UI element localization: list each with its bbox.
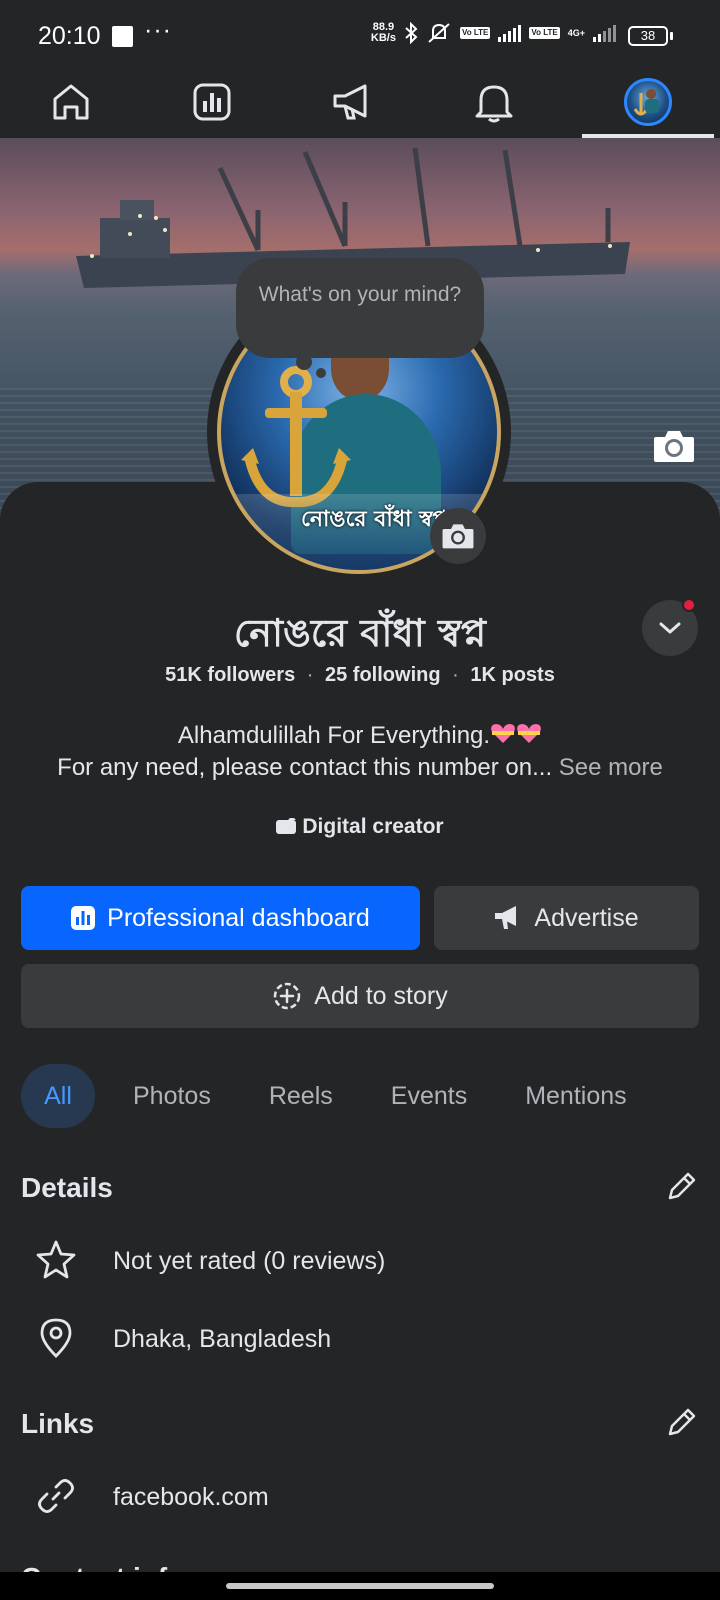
battery-tip [670,32,673,40]
mute-icon [428,23,450,43]
cover-camera-button[interactable] [652,428,696,464]
battery-level: 38 [628,26,668,46]
home-icon [53,84,89,120]
dashboard-icon [193,83,231,121]
professional-dashboard-button[interactable]: Professional dashboard [21,886,420,950]
bio-line-1: Alhamdulillah For Everything. [0,722,720,750]
sim1-signal-icon [498,24,522,42]
megaphone-icon [495,906,517,929]
status-bar: 20:10 ··· 88.9 KB/s Vo LTE Vo LTE 4G+ 38 [0,0,720,66]
bluetooth-icon [405,22,418,44]
bubble-tail-small [316,368,326,378]
home-indicator[interactable] [226,1583,494,1589]
network-type: 4G+ [567,27,585,38]
sim2-volte-badge: Vo LTE [529,27,560,39]
professional-dashboard-label: Professional dashboard [107,903,370,932]
pencil-icon [668,1408,696,1436]
profile-category: Digital creator [0,815,720,839]
advertise-button[interactable]: Advertise [434,886,699,950]
star-icon [36,1240,76,1279]
detail-location: Dhaka, Bangladesh [0,1306,720,1370]
profile-avatar-small [624,78,672,126]
whats-on-your-mind-bubble[interactable]: What's on your mind? [236,258,484,358]
add-circle-icon [274,982,301,1010]
rating-text: Not yet rated (0 reviews) [113,1247,386,1275]
status-icons: 88.9 KB/s Vo LTE Vo LTE 4G+ [371,22,616,44]
see-more-link[interactable]: See more [559,754,663,781]
camera-icon [442,524,474,549]
heart-ribbon-emoji [517,724,541,743]
pencil-icon [668,1172,696,1200]
bio-text-1: Alhamdulillah For Everything. [177,722,491,749]
notification-dot [682,598,696,612]
camera-icon [654,431,694,462]
links-title: Links [21,1408,95,1439]
bell-icon [475,85,513,123]
megaphone-icon [333,84,367,120]
location-pin-icon [40,1318,72,1358]
network-speed: 88.9 KB/s [371,22,396,44]
add-to-story-button[interactable]: Add to story [21,964,699,1028]
avatar-caption: নোঙরে বাঁধা স্বপ্ন [301,507,448,532]
battery-icon: 38 [628,26,673,46]
edit-details-button[interactable] [664,1170,698,1204]
followers-count[interactable]: 51K followers [165,664,295,686]
heart-ribbon-emoji [491,724,515,743]
stat-separator: · [306,664,314,686]
advertise-label: Advertise [534,903,639,932]
category-tag-icon [276,818,297,834]
profile-name: নোঙরে বাঁধা স্বপ্ন [233,611,487,655]
profile-tabs: All Photos Reels Events Mentions [21,1064,665,1128]
tab-photos[interactable]: Photos [113,1064,231,1128]
tab-reels[interactable]: Reels [249,1064,353,1128]
details-title: Details [21,1172,113,1203]
add-to-story-label: Add to story [314,981,448,1010]
stat-separator: · [452,664,459,686]
dashboard-icon [71,906,96,930]
status-time: 20:10 [38,22,101,50]
sim2-signal-icon [593,24,616,42]
nav-home[interactable] [21,66,121,138]
sim1-volte-badge: Vo LTE [459,27,491,39]
network-speed-unit: KB/s [370,32,396,44]
link-row[interactable]: facebook.com [0,1464,720,1528]
link-icon [38,1479,74,1513]
nav-notifications[interactable] [444,66,544,138]
bubble-tail-large [296,354,312,370]
anchor-icon [241,366,351,508]
tab-mentions[interactable]: Mentions [505,1064,646,1128]
tab-events[interactable]: Events [371,1064,487,1128]
screen-record-icon [112,26,133,47]
avatar-anchor-icon [633,89,659,116]
nav-dashboard[interactable] [162,66,262,138]
edit-links-button[interactable] [664,1406,698,1440]
nav-profile[interactable] [598,66,698,138]
top-navigation [0,66,720,138]
more-notifications-indicator: ··· [144,16,172,44]
bio-line-2: For any need, please contact this number… [0,754,720,782]
avatar-camera-button[interactable] [430,508,486,564]
bio-text-2: For any need, please contact this number… [57,754,553,781]
detail-rating: Not yet rated (0 reviews) [0,1228,720,1292]
nav-advertise[interactable] [303,66,403,138]
tab-all[interactable]: All [21,1064,95,1128]
location-text: Dhaka, Bangladesh [113,1325,332,1353]
category-label: Digital creator [302,815,444,838]
posts-count: 1K posts [470,664,555,686]
link-url: facebook.com [113,1483,269,1511]
profile-stats: 51K followers · 25 following · 1K posts [0,664,720,687]
chevron-down-icon [659,622,681,634]
following-count[interactable]: 25 following [325,664,441,686]
